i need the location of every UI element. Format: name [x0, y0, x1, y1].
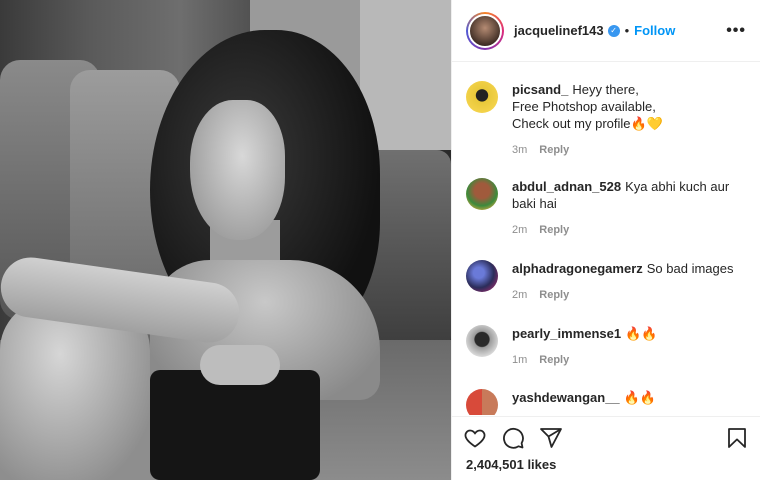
post-header: jacquelinef143 ✓ • Follow •••: [452, 0, 760, 62]
comment-item: picsand_ Heyy there, Free Photshop availa…: [466, 81, 756, 159]
post-sidebar: jacquelinef143 ✓ • Follow ••• picsand_ He…: [451, 0, 760, 480]
reply-button[interactable]: Reply: [539, 289, 569, 301]
photo-face: [190, 100, 285, 240]
follow-button[interactable]: Follow: [634, 23, 675, 38]
comment-item: abdul_adnan_528 Kya abhi kuch aur baki ha…: [466, 178, 756, 239]
comment-username[interactable]: alphadragonegamerz: [512, 261, 643, 276]
reply-button[interactable]: Reply: [539, 354, 569, 366]
more-options-icon[interactable]: •••: [726, 22, 746, 40]
verified-badge-icon: ✓: [607, 24, 620, 37]
reply-button[interactable]: Reply: [539, 224, 569, 236]
comment-avatar[interactable]: [466, 81, 498, 113]
comment-item: pearly_immense1 🔥🔥 1m Reply: [466, 325, 756, 369]
comment-username[interactable]: pearly_immense1: [512, 326, 621, 341]
comment-text: Heyy there,: [572, 82, 639, 97]
comment-text: 🔥🔥: [625, 326, 658, 341]
bookmark-icon[interactable]: [724, 425, 750, 451]
comment-username[interactable]: abdul_adnan_528: [512, 179, 621, 194]
photo-dress: [150, 370, 320, 480]
photo-hand: [200, 345, 280, 385]
comment-avatar[interactable]: [466, 325, 498, 357]
comment-avatar[interactable]: [466, 260, 498, 292]
comment-text: So bad images: [646, 261, 734, 276]
comment-icon[interactable]: [500, 425, 526, 451]
post-image[interactable]: [0, 0, 451, 480]
instagram-post: jacquelinef143 ✓ • Follow ••• picsand_ He…: [0, 0, 760, 480]
comment-avatar[interactable]: [466, 389, 498, 415]
comment-time: 3m: [512, 144, 528, 156]
profile-username[interactable]: jacquelinef143: [514, 23, 604, 38]
comment-item: yashdewangan__ 🔥🔥: [466, 389, 756, 415]
heart-icon[interactable]: [462, 425, 488, 451]
comment-time: 2m: [512, 224, 528, 236]
comments-list[interactable]: picsand_ Heyy there, Free Photshop availa…: [452, 63, 760, 415]
comment-text: baki hai: [512, 196, 557, 211]
profile-avatar[interactable]: [466, 11, 504, 50]
comment-text: Check out my profile🔥💛: [512, 116, 663, 131]
comment-username[interactable]: yashdewangan__: [512, 390, 620, 405]
reply-button[interactable]: Reply: [539, 144, 569, 156]
likes-count[interactable]: 2,404,501 likes: [452, 453, 760, 476]
profile-avatar-image: [468, 13, 502, 48]
comment-item: alphadragonegamerz So bad images 2m Reply: [466, 260, 756, 304]
separator-dot: •: [624, 23, 630, 38]
comment-time: 2m: [512, 289, 528, 301]
comment-avatar[interactable]: [466, 178, 498, 210]
comment-text: 🔥🔥: [623, 390, 657, 405]
comment-username[interactable]: picsand_: [512, 82, 568, 97]
post-actions: 2,404,501 likes: [452, 416, 760, 480]
comment-text: Free Photshop available,: [512, 99, 656, 114]
action-icons: [452, 417, 760, 453]
comment-time: 1m: [512, 354, 528, 366]
send-icon[interactable]: [538, 425, 564, 451]
comment-text: Kya abhi kuch aur: [625, 179, 730, 194]
